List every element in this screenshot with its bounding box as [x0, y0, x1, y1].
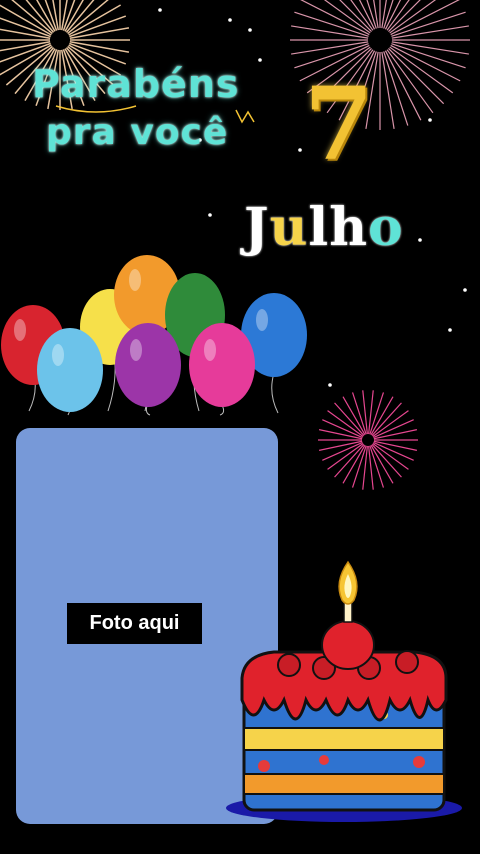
birthday-card: Parabéns pra você 7 Julho Foto aqui: [0, 0, 480, 854]
bunting-decoration: [55, 105, 255, 124]
day-number: 7: [304, 65, 374, 183]
month-label: Julho: [244, 197, 404, 258]
purple-balloon: [115, 323, 181, 407]
balloons-group: [1, 255, 307, 416]
photo-placeholder-label: Foto aqui: [67, 603, 202, 644]
birthday-cake-icon: [226, 560, 462, 822]
pink-balloon: [189, 323, 255, 407]
light-blue-balloon: [37, 328, 103, 412]
